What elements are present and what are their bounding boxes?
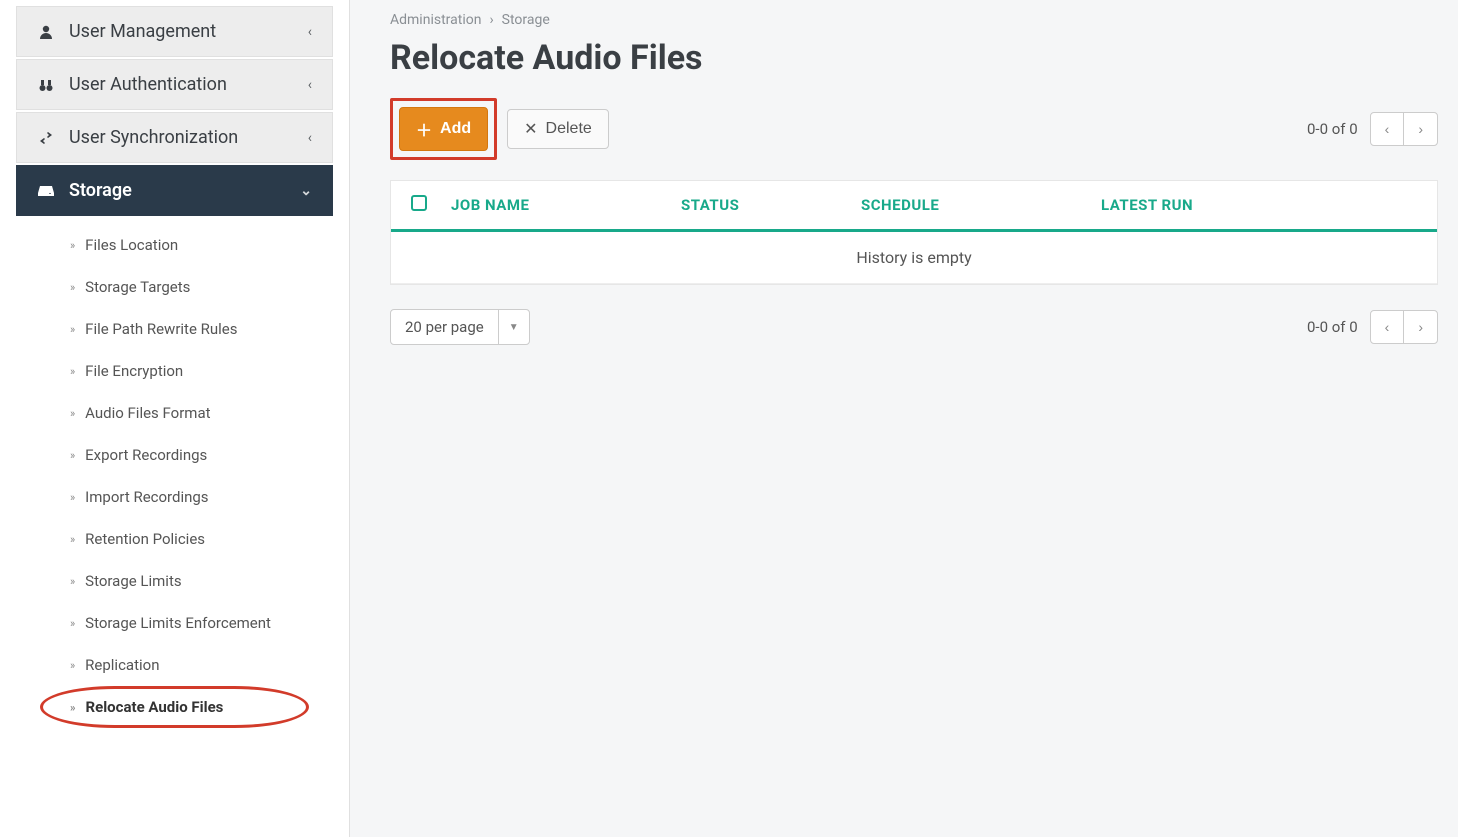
sidebar-item-label: File Encryption xyxy=(85,362,183,380)
per-page-select[interactable]: 20 per page ▼ xyxy=(390,309,530,345)
sidebar-item-relocate-audio[interactable]: » Relocate Audio Files xyxy=(0,686,349,728)
double-chevron-icon: » xyxy=(70,533,75,546)
delete-button-label: Delete xyxy=(546,120,592,138)
sidebar-item-label: Import Recordings xyxy=(85,488,208,506)
col-latest-run[interactable]: LATEST RUN xyxy=(1101,196,1417,214)
caret-down-icon: ▼ xyxy=(498,310,529,344)
sidebar-item-label: Storage Limits Enforcement xyxy=(85,614,271,632)
double-chevron-icon: » xyxy=(70,239,75,252)
sidebar-item-replication[interactable]: » Replication xyxy=(0,644,349,686)
breadcrumb-root[interactable]: Administration xyxy=(390,12,481,28)
sidebar-item-label: Audio Files Format xyxy=(85,404,210,422)
exchange-icon xyxy=(37,130,55,146)
chevron-left-icon: ‹ xyxy=(308,24,312,40)
sidebar-item-label: Storage xyxy=(69,180,132,201)
select-all-checkbox[interactable] xyxy=(411,195,427,211)
pager-top: 0-0 of 0 ‹ › xyxy=(1307,112,1438,146)
binoculars-icon xyxy=(37,77,55,93)
sidebar-item-label: File Path Rewrite Rules xyxy=(85,320,237,338)
annotation-box: ＋ Add xyxy=(390,98,497,160)
sidebar-item-export-recordings[interactable]: » Export Recordings xyxy=(0,434,349,476)
pager-summary: 0-0 of 0 xyxy=(1307,318,1358,336)
double-chevron-icon: » xyxy=(70,491,75,504)
double-chevron-icon: » xyxy=(70,617,75,630)
pager-next-button[interactable]: › xyxy=(1403,113,1437,145)
sidebar: User Management ‹ User Authentication ‹ … xyxy=(0,0,350,837)
breadcrumb-current[interactable]: Storage xyxy=(502,12,550,28)
add-button[interactable]: ＋ Add xyxy=(399,107,488,151)
main-content: Administration › Storage Relocate Audio … xyxy=(350,0,1458,837)
sidebar-item-storage-limits[interactable]: » Storage Limits xyxy=(0,560,349,602)
sidebar-item-label: Replication xyxy=(85,656,159,674)
delete-button[interactable]: ✕ Delete xyxy=(507,109,609,149)
add-button-label: Add xyxy=(440,120,471,138)
table-header: JOB NAME STATUS SCHEDULE LATEST RUN xyxy=(391,181,1437,232)
sidebar-item-file-path-rewrite[interactable]: » File Path Rewrite Rules xyxy=(0,308,349,350)
sidebar-item-label: Files Location xyxy=(85,236,178,254)
sidebar-item-user-synchronization[interactable]: User Synchronization ‹ xyxy=(16,112,333,163)
sidebar-item-import-recordings[interactable]: » Import Recordings xyxy=(0,476,349,518)
col-job-name[interactable]: JOB NAME xyxy=(451,196,681,214)
double-chevron-icon: » xyxy=(70,407,75,420)
sidebar-item-label: Storage Targets xyxy=(85,278,190,296)
double-chevron-icon: » xyxy=(70,365,75,378)
sidebar-item-label: User Authentication xyxy=(69,74,227,95)
pager-prev-button[interactable]: ‹ xyxy=(1371,113,1404,145)
storage-submenu: » Files Location » Storage Targets » File P… xyxy=(0,218,349,734)
sidebar-item-audio-format[interactable]: » Audio Files Format xyxy=(0,392,349,434)
drive-icon xyxy=(37,183,55,199)
col-schedule[interactable]: SCHEDULE xyxy=(861,196,1101,214)
double-chevron-icon: » xyxy=(70,575,75,588)
page-title: Relocate Audio Files xyxy=(390,38,1438,78)
sidebar-item-user-management[interactable]: User Management ‹ xyxy=(16,6,333,57)
double-chevron-icon: » xyxy=(70,659,75,672)
sidebar-item-label: Retention Policies xyxy=(85,530,205,548)
sidebar-item-file-encryption[interactable]: » File Encryption xyxy=(0,350,349,392)
sidebar-item-label: User Synchronization xyxy=(69,127,238,148)
sidebar-item-label: User Management xyxy=(69,21,216,42)
chevron-left-icon: ‹ xyxy=(308,77,312,93)
chevron-down-icon: ⌄ xyxy=(300,183,312,199)
pager-summary: 0-0 of 0 xyxy=(1307,120,1358,138)
chevron-left-icon: ‹ xyxy=(308,130,312,146)
sidebar-item-retention-policies[interactable]: » Retention Policies xyxy=(0,518,349,560)
double-chevron-icon: » xyxy=(70,449,75,462)
sidebar-item-storage-targets[interactable]: » Storage Targets xyxy=(0,266,349,308)
close-icon: ✕ xyxy=(524,119,537,139)
user-icon xyxy=(37,24,55,40)
double-chevron-icon: » xyxy=(70,323,75,336)
pager-next-button[interactable]: › xyxy=(1403,311,1437,343)
plus-icon: ＋ xyxy=(416,117,432,141)
sidebar-item-label: Storage Limits xyxy=(85,572,181,590)
table-empty-row: History is empty xyxy=(391,232,1437,284)
sidebar-item-storage[interactable]: Storage ⌄ xyxy=(16,165,333,216)
double-chevron-icon: » xyxy=(70,281,75,294)
pager-prev-button[interactable]: ‹ xyxy=(1371,311,1404,343)
per-page-label: 20 per page xyxy=(391,310,498,344)
pager-bottom: 0-0 of 0 ‹ › xyxy=(1307,310,1438,344)
double-chevron-icon: » xyxy=(70,701,76,714)
sidebar-item-limits-enforcement[interactable]: » Storage Limits Enforcement xyxy=(0,602,349,644)
breadcrumb: Administration › Storage xyxy=(390,12,1438,28)
sidebar-item-user-authentication[interactable]: User Authentication ‹ xyxy=(16,59,333,110)
toolbar: ＋ Add ✕ Delete 0-0 of 0 ‹ › xyxy=(390,98,1438,160)
sidebar-item-label: Relocate Audio Files xyxy=(86,698,224,716)
table-footer: 20 per page ▼ 0-0 of 0 ‹ › xyxy=(390,309,1438,345)
col-status[interactable]: STATUS xyxy=(681,196,861,214)
sidebar-item-files-location[interactable]: » Files Location xyxy=(0,224,349,266)
sidebar-item-label: Export Recordings xyxy=(85,446,207,464)
chevron-right-icon: › xyxy=(489,12,493,28)
jobs-table: JOB NAME STATUS SCHEDULE LATEST RUN Hist… xyxy=(390,180,1438,285)
